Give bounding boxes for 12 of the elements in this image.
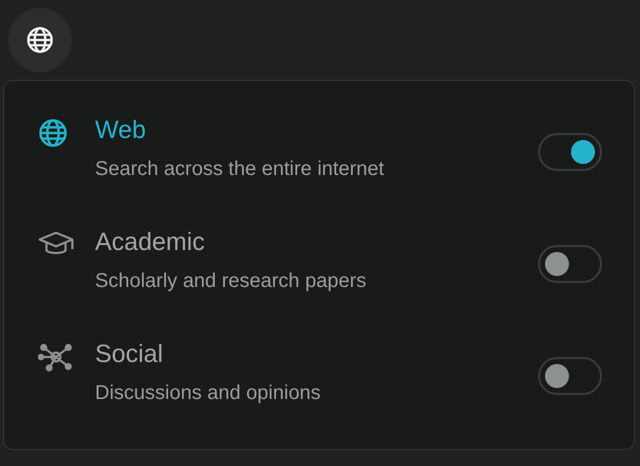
source-description: Scholarly and research papers — [95, 269, 366, 293]
source-title: Social — [95, 339, 164, 369]
toggle-switch[interactable] — [538, 133, 602, 171]
source-title: Web — [95, 115, 146, 145]
globe-icon — [26, 26, 54, 54]
source-description: Search across the entire internet — [95, 157, 384, 181]
toggle-switch[interactable] — [538, 245, 602, 283]
source-description: Discussions and opinions — [95, 381, 321, 405]
source-title: Academic — [95, 227, 205, 257]
network-icon — [38, 342, 74, 372]
globe-icon — [38, 118, 68, 148]
toggle-switch[interactable] — [538, 357, 602, 395]
